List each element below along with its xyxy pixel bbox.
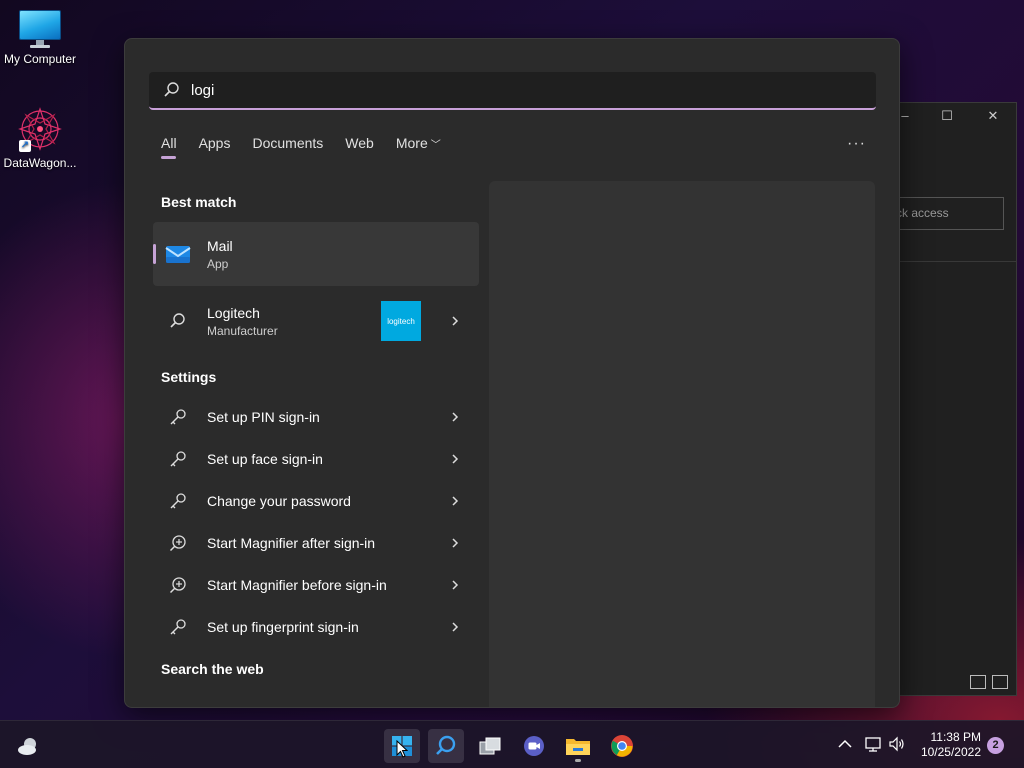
key-icon [165,614,191,640]
best-match-result[interactable]: Mail App [153,222,479,286]
running-indicator [575,759,581,762]
settings-heading: Settings [161,369,217,385]
volume-icon[interactable] [888,735,906,753]
network-icon[interactable] [864,735,882,753]
file-explorer-icon[interactable] [560,729,596,763]
search-icon [164,82,179,97]
settings-result-label: Change your password [207,493,351,509]
tab-more[interactable]: More ﹀ [396,135,441,159]
settings-result-label: Set up PIN sign-in [207,409,320,425]
tab-apps[interactable]: Apps [199,135,231,159]
divider [896,261,1016,262]
shortcut-arrow-icon: ↗ [19,140,31,152]
chevron-right-icon[interactable] [449,537,461,549]
task-view-icon[interactable] [472,729,508,763]
notification-badge[interactable]: 2 [987,737,1004,754]
background-window[interactable]: – ☐ ✕ ck access [894,102,1017,696]
settings-result[interactable]: Change your password [153,481,479,521]
key-icon [165,488,191,514]
chevron-up-icon[interactable] [836,735,854,753]
settings-result-label: Start Magnifier after sign-in [207,535,376,551]
desktop-icon-label: My Computer [3,52,77,66]
key-icon [165,446,191,472]
key-icon [165,404,191,430]
settings-result[interactable]: Start Magnifier before sign-in [153,565,479,605]
clock-time: 11:38 PM [930,730,981,744]
chevron-right-icon[interactable] [449,495,461,507]
taskbar: 11:38 PM 10/25/2022 2 [0,720,1024,768]
clock-date: 10/25/2022 [920,745,981,759]
settings-result[interactable]: Set up PIN sign-in [153,397,479,437]
chevron-right-icon[interactable] [449,411,461,423]
chat-icon[interactable] [516,729,552,763]
preview-pane [489,181,875,707]
quick-access-search[interactable]: ck access [894,197,1004,230]
search-tabs: All Apps Documents Web More ﹀ [161,135,441,159]
selection-indicator [153,244,156,264]
settings-result[interactable]: Start Magnifier after sign-in [153,523,479,563]
computer-icon [18,10,62,48]
search-flyout: All Apps Documents Web More﹀ ··· Best ma… [124,38,900,708]
tab-all[interactable]: All [161,135,177,159]
settings-result[interactable]: Set up fingerprint sign-in [153,607,479,647]
search-icon [165,308,191,334]
minimize-icon[interactable]: – [898,109,912,123]
mouse-cursor-icon [396,740,408,758]
result-title: Logitech [207,304,260,321]
maximize-icon[interactable]: ☐ [940,109,954,123]
chevron-right-icon[interactable] [449,453,461,465]
search-icon[interactable] [428,729,464,763]
desktop-icon-my-computer[interactable]: My Computer [0,10,80,66]
more-options-button[interactable]: ··· [847,135,866,153]
mandala-app-icon: ↗ [17,106,63,152]
logitech-result[interactable]: Logitech Manufacturer logitech [153,297,479,345]
window-titlebar[interactable]: – ☐ ✕ [896,103,1016,131]
tiles-view-icon[interactable] [992,675,1008,689]
search-box[interactable] [149,72,876,110]
search-input[interactable] [191,81,791,99]
tab-documents[interactable]: Documents [252,135,323,159]
best-match-heading: Best match [161,194,237,210]
chevron-right-icon[interactable] [449,579,461,591]
logitech-logo: logitech [381,301,421,341]
settings-result[interactable]: Set up face sign-in [153,439,479,479]
mail-icon [165,241,191,267]
settings-result-label: Set up face sign-in [207,451,323,467]
settings-result-label: Set up fingerprint sign-in [207,619,359,635]
magnifier-icon [165,572,191,598]
result-subtitle: App [207,256,229,271]
weather-widget-icon[interactable] [10,729,46,763]
close-icon[interactable]: ✕ [986,109,1000,123]
clock[interactable]: 11:38 PM 10/25/2022 [917,730,981,760]
result-subtitle: Manufacturer [207,323,278,338]
chevron-right-icon[interactable] [449,621,461,633]
magnifier-icon [165,530,191,556]
desktop-icon-label: DataWagon... [3,156,77,170]
chrome-icon[interactable] [604,729,640,763]
desktop-icon-datawagon[interactable]: ↗ DataWagon... [0,106,80,170]
tab-web[interactable]: Web [345,135,374,159]
chevron-right-icon[interactable] [449,315,461,327]
search-web-heading: Search the web [161,661,264,677]
chevron-down-icon: ﹀ [430,140,441,151]
details-view-icon[interactable] [970,675,986,689]
result-title: Mail [207,237,233,254]
settings-result-label: Start Magnifier before sign-in [207,577,387,593]
